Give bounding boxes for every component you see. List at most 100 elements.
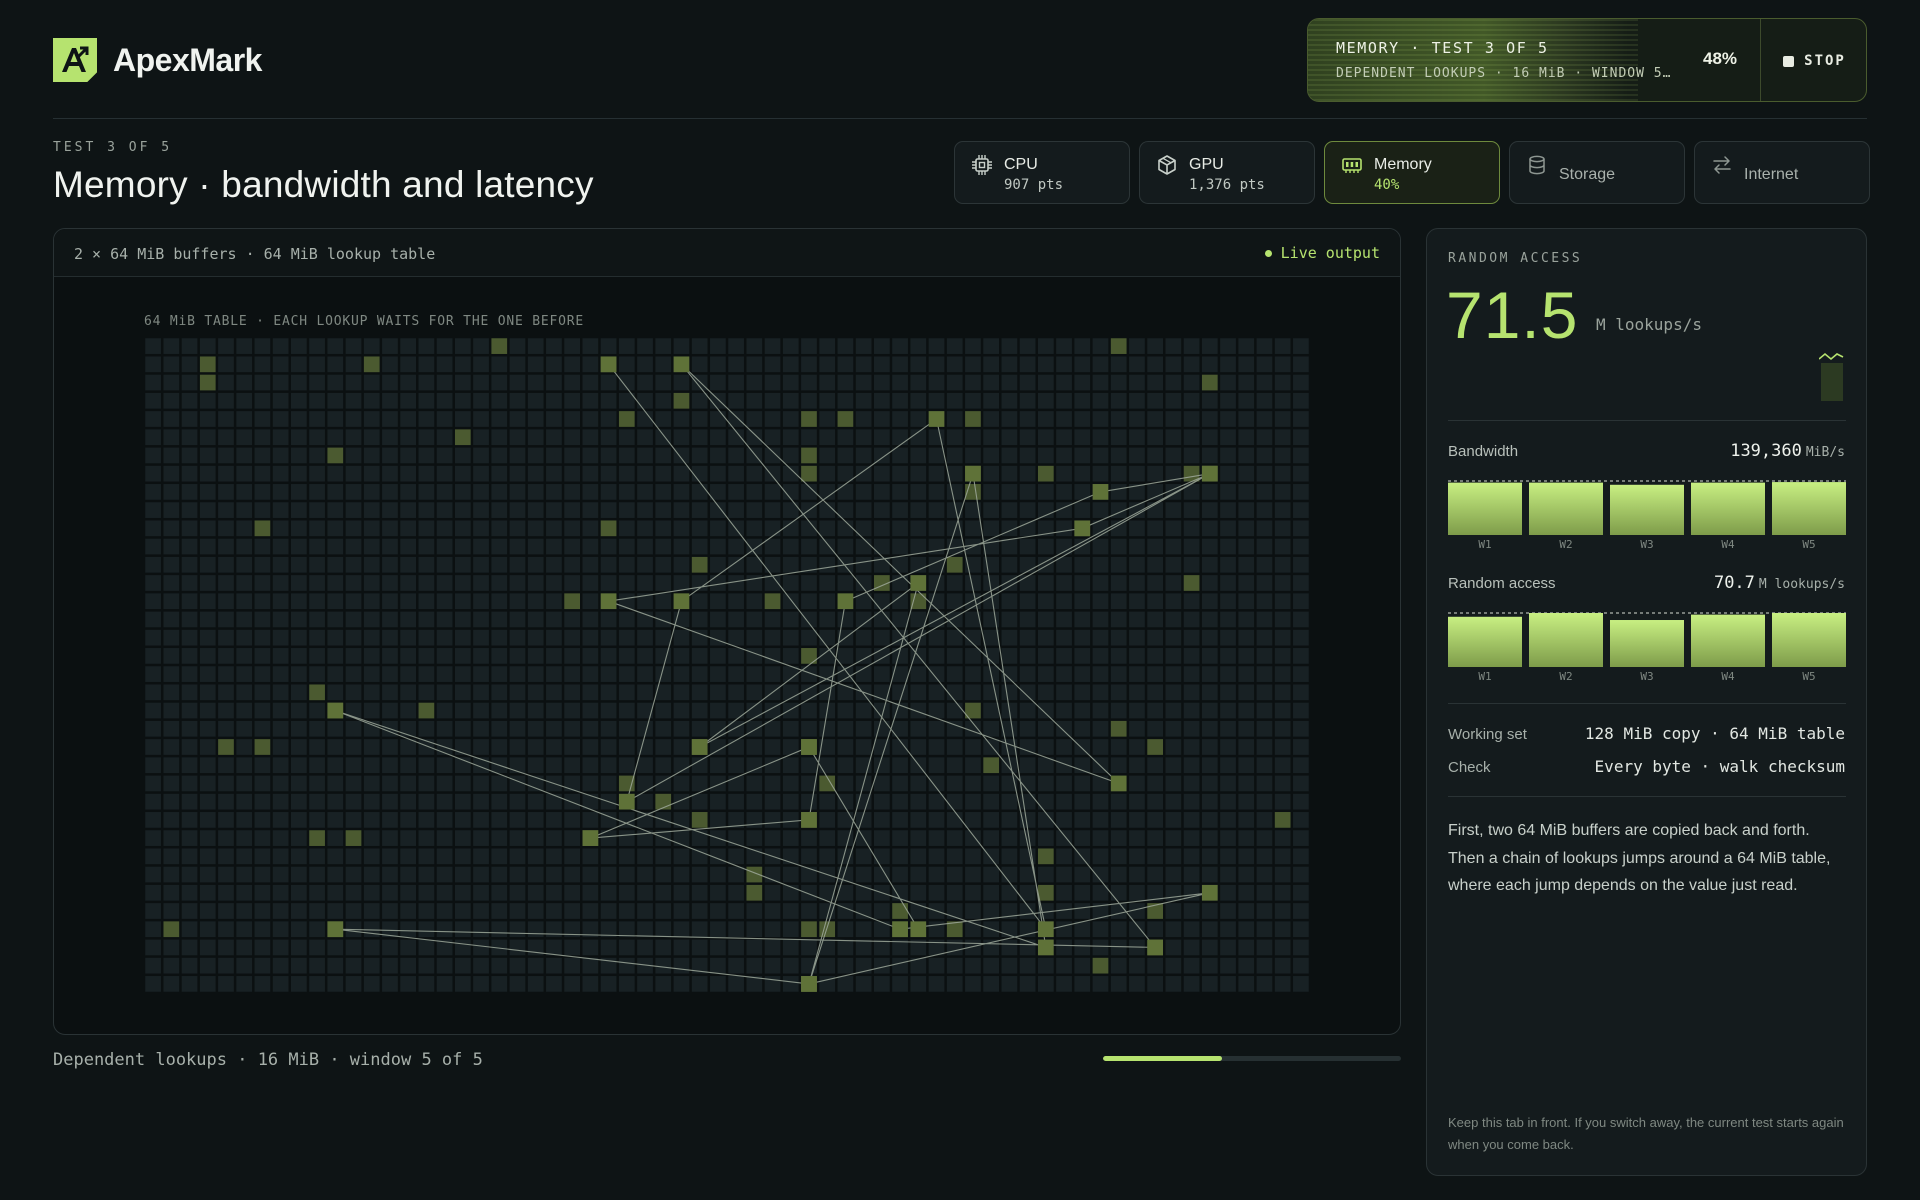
table-cell <box>527 812 544 828</box>
table-cell <box>1056 520 1072 537</box>
table-cell <box>965 392 981 409</box>
table-cell <box>418 848 435 865</box>
table-cell <box>582 976 599 992</box>
table-cell <box>874 447 890 464</box>
table-cell <box>618 465 635 482</box>
table-cell <box>1256 720 1273 737</box>
table-cell <box>400 611 417 628</box>
table-cell <box>1165 976 1182 992</box>
table-cell <box>1019 757 1036 774</box>
table-cell <box>1256 866 1273 883</box>
table-cell <box>1092 465 1109 482</box>
table-cell <box>436 629 453 646</box>
table-cell <box>1293 502 1309 518</box>
table-cell <box>218 757 234 774</box>
table-cell <box>199 812 216 828</box>
table-cell <box>728 793 744 810</box>
table-cell <box>746 775 763 792</box>
table-cell <box>910 666 927 682</box>
table-cell <box>509 538 526 555</box>
table-cell <box>254 848 271 865</box>
table-cell <box>291 593 307 610</box>
table-cell <box>1110 484 1127 500</box>
table-cell <box>1110 411 1127 427</box>
table-cell <box>345 520 362 537</box>
table-cell <box>965 374 981 391</box>
table-cell <box>928 957 945 974</box>
table-cell <box>728 866 744 883</box>
tab-storage[interactable]: Storage <box>1509 141 1685 204</box>
table-cell <box>728 465 744 482</box>
table-cell <box>363 957 380 974</box>
cube-icon <box>1158 155 1176 175</box>
table-cell <box>218 903 234 919</box>
table-cell <box>272 556 289 573</box>
table-cell <box>181 374 198 391</box>
table-cell <box>746 611 763 628</box>
table-cell <box>600 392 617 409</box>
table-cell <box>1256 903 1273 919</box>
table-cell <box>946 447 963 464</box>
stop-button[interactable]: STOP <box>1761 19 1866 101</box>
table-cell <box>874 757 890 774</box>
tab-memory[interactable]: Memory 40% <box>1324 141 1500 204</box>
table-cell <box>728 684 744 701</box>
table-cell <box>309 848 325 865</box>
table-cell <box>1019 720 1036 737</box>
table-cell <box>928 757 945 774</box>
table-cell <box>1201 575 1218 591</box>
table-cell <box>1019 702 1036 719</box>
current-run-card: MEMORY · TEST 3 OF 5 DEPENDENT LOOKUPS ·… <box>1307 18 1867 102</box>
table-cell <box>199 593 216 610</box>
brand[interactable]: ApexMark <box>53 38 262 82</box>
visited-cell <box>1092 957 1109 974</box>
table-cell <box>418 392 435 409</box>
table-cell <box>163 739 180 755</box>
table-cell <box>618 976 635 992</box>
table-cell <box>1165 392 1182 409</box>
stop-label: STOP <box>1804 53 1846 69</box>
table-cell <box>691 502 708 518</box>
table-cell <box>855 848 872 865</box>
table-cell <box>1074 866 1091 883</box>
table-cell <box>291 356 307 373</box>
table-cell <box>1183 812 1200 828</box>
table-cell <box>1274 775 1291 792</box>
table-cell <box>1001 429 1018 446</box>
table-cell <box>564 757 580 774</box>
tab-internet[interactable]: Internet <box>1694 141 1870 204</box>
lookup-node <box>837 593 854 610</box>
table-cell <box>746 757 763 774</box>
table-cell <box>564 648 580 664</box>
table-cell <box>1056 739 1072 755</box>
table-cell <box>1019 593 1036 610</box>
table-cell <box>1074 884 1091 901</box>
table-cell <box>509 429 526 446</box>
table-cell <box>691 939 708 956</box>
tab-label: Internet <box>1744 166 1799 183</box>
table-cell <box>1293 939 1309 956</box>
table-cell <box>1129 720 1145 737</box>
table-cell <box>673 520 690 537</box>
table-cell <box>509 921 526 938</box>
tab-cpu[interactable]: CPU 907 pts <box>954 141 1130 204</box>
table-cell <box>965 338 981 354</box>
table-cell <box>509 502 526 518</box>
table-cell <box>291 903 307 919</box>
table-cell <box>254 429 271 446</box>
table-cell <box>655 411 672 427</box>
table-cell <box>1293 720 1309 737</box>
table-cell <box>546 374 562 391</box>
table-cell <box>1201 757 1218 774</box>
table-cell <box>327 538 344 555</box>
table-cell <box>527 611 544 628</box>
table-cell <box>637 976 653 992</box>
table-cell <box>1165 611 1182 628</box>
table-cell <box>746 684 763 701</box>
table-cell <box>1274 411 1291 427</box>
table-cell <box>1274 484 1291 500</box>
tab-gpu[interactable]: GPU 1,376 pts <box>1139 141 1315 204</box>
table-cell <box>618 538 635 555</box>
table-cell <box>309 884 325 901</box>
table-cell <box>1056 866 1072 883</box>
